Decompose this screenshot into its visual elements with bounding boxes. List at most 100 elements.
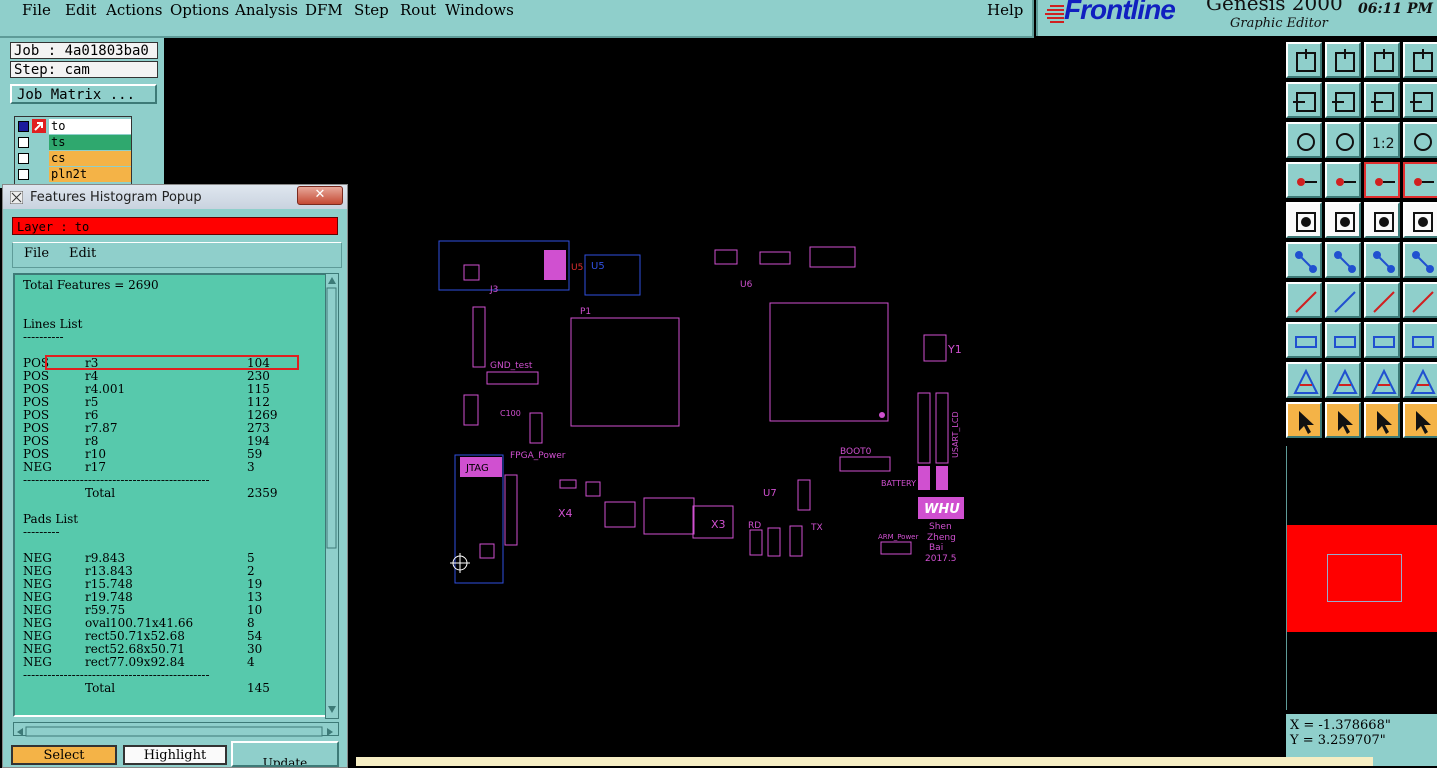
measure-tool-button[interactable] xyxy=(1286,162,1322,198)
popup-titlebar[interactable]: Features Histogram Popup ✕ xyxy=(3,185,347,209)
work-layer-arrow-icon xyxy=(32,119,46,133)
job-field: Job : 4a01803ba0 xyxy=(10,42,158,59)
triangle-a3-button[interactable] xyxy=(1364,362,1400,398)
menu-help[interactable]: Help xyxy=(987,1,1023,19)
snap-pad-button[interactable] xyxy=(1286,202,1322,238)
cross-button[interactable] xyxy=(1325,242,1361,278)
triangle-a4-button[interactable] xyxy=(1403,362,1437,398)
line-blue-button[interactable] xyxy=(1325,282,1361,318)
y-coordinate: Y = 3.259707" xyxy=(1290,733,1386,748)
ratio-1-2-button[interactable]: 1:2 xyxy=(1364,122,1400,158)
layer-row-cs[interactable]: cs xyxy=(15,151,132,166)
layer-row-to[interactable]: to xyxy=(15,119,132,134)
menu-step[interactable]: Step xyxy=(354,1,389,19)
passive xyxy=(604,501,636,528)
pan-right-button[interactable] xyxy=(1325,82,1361,118)
zoom-center-button[interactable] xyxy=(1325,122,1361,158)
cursor-link-button[interactable] xyxy=(1403,402,1437,438)
zoom-home-button[interactable] xyxy=(1286,42,1322,78)
zoom-ratio-icon xyxy=(1371,92,1394,112)
layer-row-pln2t[interactable]: pln2t xyxy=(15,167,132,182)
ruler-button[interactable] xyxy=(1364,202,1400,238)
layer-compare-button[interactable] xyxy=(1403,162,1437,198)
dot-button[interactable] xyxy=(1403,202,1437,238)
pads-divider: ----------------------------------------… xyxy=(23,668,210,682)
box-dot-button[interactable] xyxy=(1286,322,1322,358)
cursor-arrow-button[interactable] xyxy=(1286,402,1322,438)
update-button[interactable]: Update xyxy=(231,741,339,767)
dimension-icon xyxy=(1412,291,1434,313)
cursor-circle-button[interactable] xyxy=(1364,402,1400,438)
line-red-button[interactable] xyxy=(1286,282,1322,318)
triangle-a4-icon xyxy=(1410,368,1436,394)
zoom-fit-button[interactable] xyxy=(1325,42,1361,78)
horizontal-scrollbar[interactable] xyxy=(13,722,339,737)
menu-options[interactable]: Options xyxy=(170,1,229,19)
vertical-scrollbar[interactable] xyxy=(325,273,339,719)
status-corner xyxy=(1376,757,1437,766)
layer-checkbox[interactable] xyxy=(18,169,29,180)
product-name: Genesis 2000 xyxy=(1206,0,1343,15)
span-button[interactable] xyxy=(1364,322,1400,358)
rotate-arc-icon xyxy=(1373,291,1395,313)
close-button[interactable]: ✕ xyxy=(297,186,343,205)
passive xyxy=(714,249,738,265)
overview-map[interactable] xyxy=(1286,446,1437,710)
help-question-icon xyxy=(1414,133,1432,151)
house-button[interactable] xyxy=(1364,42,1400,78)
menu-analysis[interactable]: Analysis xyxy=(235,1,298,19)
split-view-button[interactable] xyxy=(1403,42,1437,78)
passive xyxy=(504,474,518,546)
rotate-arc-button[interactable] xyxy=(1364,282,1400,318)
popup-menu-edit[interactable]: Edit xyxy=(69,246,96,261)
menu-rout[interactable]: Rout xyxy=(400,1,436,19)
histogram-list[interactable]: Total Features = 2690 Lines List ---------… xyxy=(13,273,327,717)
node-graph-button[interactable] xyxy=(1286,242,1322,278)
probe-button[interactable] xyxy=(1325,162,1361,198)
menu-dfm[interactable]: DFM xyxy=(305,1,343,19)
arrow-node-blue-button[interactable] xyxy=(1403,242,1437,278)
dot-icon xyxy=(1413,212,1433,232)
pan-left-button[interactable] xyxy=(1286,82,1322,118)
arrow-node-button[interactable] xyxy=(1364,242,1400,278)
layer-checkbox[interactable] xyxy=(18,121,29,132)
scroll-arrows-icon xyxy=(326,277,337,713)
layer-row-ts[interactable]: ts xyxy=(15,135,132,150)
label-gnd-test: GND_test xyxy=(490,361,533,371)
triangle-a-icon xyxy=(1293,368,1319,394)
popup-menu-file[interactable]: File xyxy=(24,246,49,261)
passive xyxy=(559,479,577,489)
step-field: Step: cam xyxy=(10,61,158,78)
pcb-canvas[interactable]: J3 U5 U5 U6 P1 GND_test C100 FPGA_Power … xyxy=(430,230,970,590)
menu-edit[interactable]: Edit xyxy=(65,1,96,19)
cursor-link-icon xyxy=(1416,411,1431,434)
ellipse-button[interactable] xyxy=(1403,322,1437,358)
triangle-a2-button[interactable] xyxy=(1325,362,1361,398)
select-button[interactable]: Select xyxy=(11,745,117,765)
highlight-button[interactable]: Highlight xyxy=(123,745,227,765)
clock: 06:11 PM xyxy=(1358,1,1434,17)
cursor-box-button[interactable] xyxy=(1325,402,1361,438)
layer-red-blue-button[interactable] xyxy=(1364,162,1400,198)
layer-checkbox[interactable] xyxy=(18,137,29,148)
chip-u7 xyxy=(797,479,811,511)
zoom-ratio-button[interactable] xyxy=(1364,82,1400,118)
menu-windows[interactable]: Windows xyxy=(445,1,514,19)
main-menubar: File Edit Actions Options Analysis DFM S… xyxy=(0,0,1034,38)
zoom-in-button[interactable] xyxy=(1286,122,1322,158)
select-box-button[interactable] xyxy=(1325,202,1361,238)
passive xyxy=(585,481,601,497)
menu-actions[interactable]: Actions xyxy=(106,1,162,19)
dimension-button[interactable] xyxy=(1403,282,1437,318)
overview-viewport[interactable] xyxy=(1327,554,1402,602)
menu-file[interactable]: File xyxy=(22,1,51,19)
triangle-a-button[interactable] xyxy=(1286,362,1322,398)
help-question-button[interactable] xyxy=(1403,122,1437,158)
zoom-s-button[interactable] xyxy=(1403,82,1437,118)
passive xyxy=(759,251,791,265)
dash-line-button[interactable] xyxy=(1325,322,1361,358)
label-jtag: JTAG xyxy=(465,463,489,474)
passive xyxy=(767,527,781,557)
job-matrix-button[interactable]: Job Matrix ... xyxy=(10,84,157,104)
layer-checkbox[interactable] xyxy=(18,153,29,164)
